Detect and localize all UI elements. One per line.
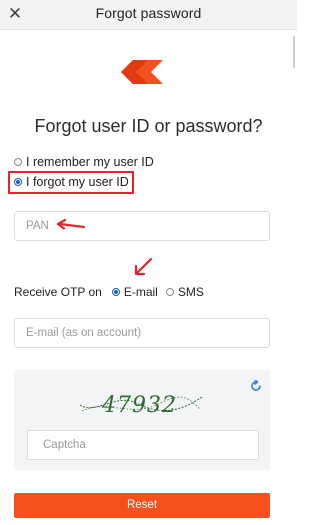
otp-option-sms-label: SMS [177,285,204,299]
captcha-text: 47932 [101,393,177,418]
option-forgot-user-id[interactable]: I forgot my user ID [14,175,129,189]
otp-channel-group: Receive OTP on E-mail SMS [14,285,212,299]
reset-button[interactable]: Reset [14,493,270,518]
arrow-icon [56,219,86,230]
option-remember-user-id[interactable]: I remember my user ID [14,155,154,169]
captcha-image: 47932 [79,393,203,418]
otp-option-sms[interactable]: SMS [165,285,204,299]
radio-forgot[interactable] [14,178,22,186]
otp-option-email-label: E-mail [123,285,158,299]
option-forgot-label: I forgot my user ID [26,175,129,189]
radio-email[interactable] [111,288,120,296]
page-heading: Forgot user ID or password? [34,116,263,136]
option-remember-label: I remember my user ID [26,155,154,169]
scrollbar[interactable] [293,36,295,68]
captcha-input[interactable]: Captcha [27,430,259,460]
top-bar: ✕ Forgot password [0,0,297,30]
arrow-icon [134,257,153,276]
pan-input[interactable]: PAN [14,211,270,241]
email-input[interactable]: E-mail (as on account) [14,318,270,348]
otp-label: Receive OTP on [14,285,102,299]
radio-remember[interactable] [14,158,22,166]
page-title: Forgot password [95,5,202,21]
radio-sms[interactable] [165,288,174,296]
refresh-icon[interactable] [250,380,262,392]
brand-logo [121,60,163,84]
otp-option-email[interactable]: E-mail [111,285,158,299]
captcha-panel: 47932 Captcha [14,370,270,470]
